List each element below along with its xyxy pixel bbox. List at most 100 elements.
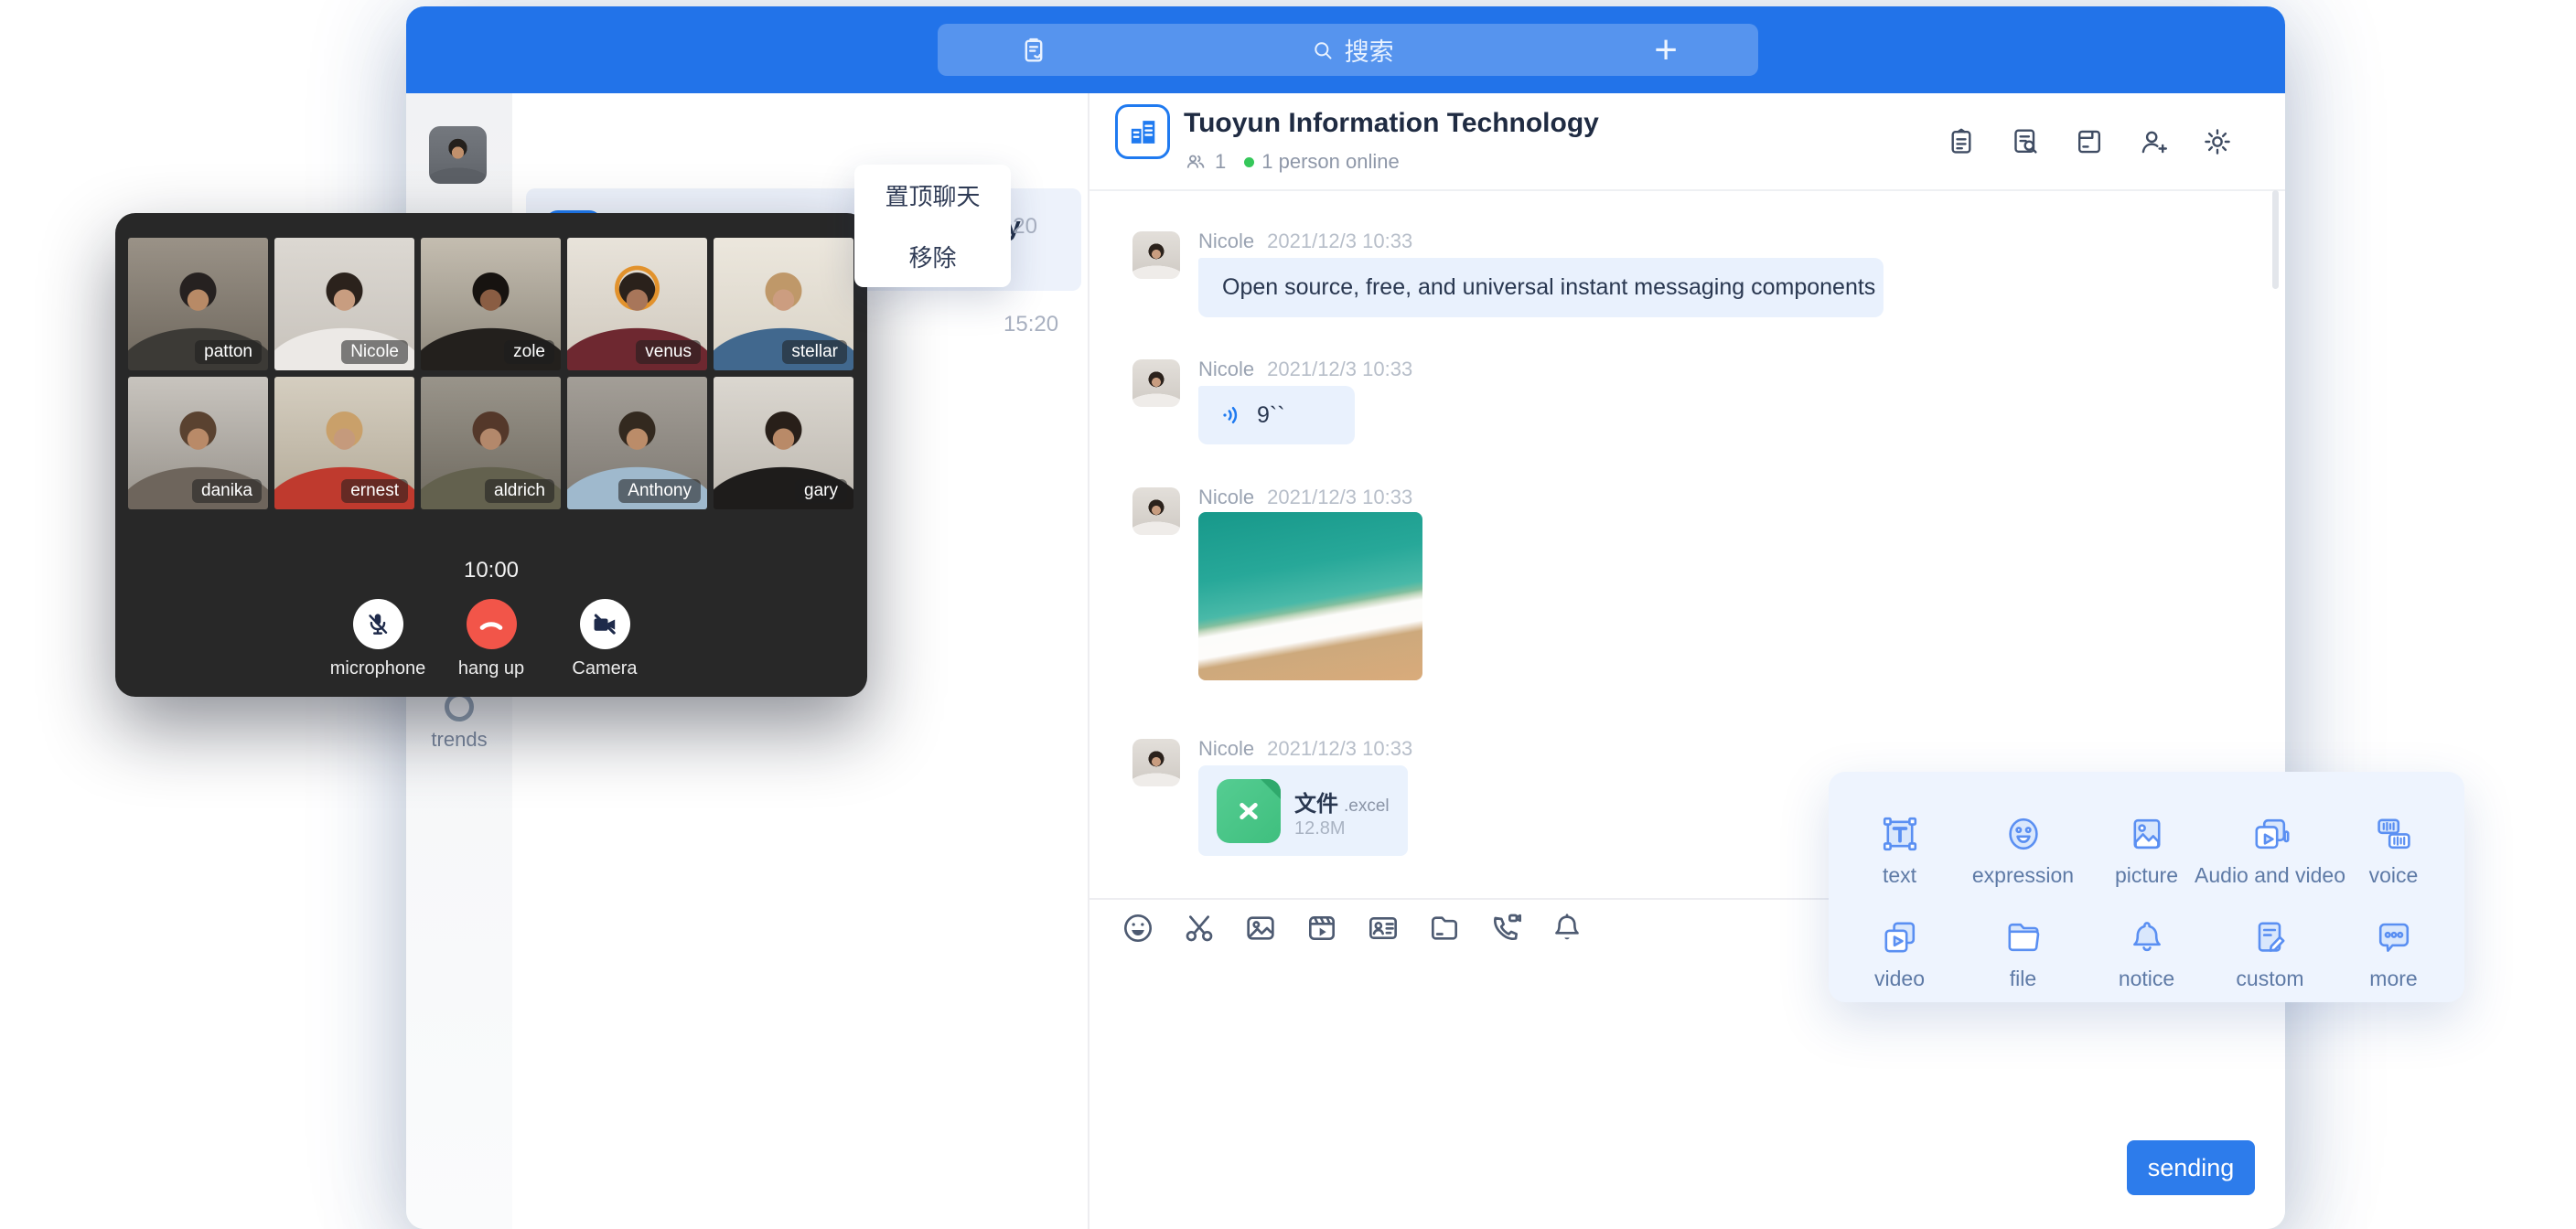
call-timer: 10:00 [115,558,867,583]
microphone-muted-button[interactable] [353,599,403,649]
camera-muted-button[interactable] [580,599,630,649]
file-box-icon[interactable] [2072,124,2107,159]
popup-item-label: Audio and video [2195,863,2345,888]
message-meta: Nicole2021/12/3 10:33 [1198,486,1412,509]
custom-icon [2249,915,2292,959]
participant-video-tile: aldrich [421,377,561,509]
voice-wave-icon [1218,401,1246,429]
participant-name: Nicole [341,340,408,364]
file-ext: .excel [1344,796,1390,816]
notification-icon[interactable] [1549,910,1585,946]
message-time: 2021/12/3 10:33 [1267,486,1412,508]
voice-message-bubble[interactable]: 9`` [1198,386,1355,444]
file-size: 12.8M [1294,818,1346,839]
popup-item-label: custom [2236,967,2303,991]
popup-item-custom[interactable]: custom [2208,915,2332,991]
voice-duration: 9`` [1257,402,1285,429]
notice-icon [2125,915,2169,959]
chat-header-actions [1944,124,2235,159]
participant-video-tile: stellar [714,238,853,370]
participant-video-tile: venus [567,238,707,370]
chat-header: Tuoyun Information Technology 1 1 person… [1089,93,2285,191]
message-time: 2021/12/3 10:33 [1267,358,1412,380]
microphone-control: microphone [325,599,431,679]
participant-video-tile: patton [128,238,268,370]
screenshot-icon[interactable] [1181,910,1218,946]
text-message-bubble: Open source, free, and universal instant… [1198,258,1884,317]
popup-item-label: voice [2369,863,2419,888]
search-bar[interactable]: 搜索 + [938,24,1758,76]
sidebar-item-trends[interactable]: trends [406,692,512,752]
search-field[interactable]: 搜索 [1310,32,1394,68]
participant-name: venus [636,340,701,364]
settings-icon[interactable] [2200,124,2235,159]
file-message-card[interactable]: 文件.excel12.8M [1198,765,1408,856]
participant-video-tile: Anthony [567,377,707,509]
send-button[interactable]: sending [2127,1140,2255,1195]
popup-item-audio-and-video[interactable]: Audio and video [2208,812,2332,888]
message-meta: Nicole2021/12/3 10:33 [1198,358,1412,381]
popup-item-label: video [1874,967,1925,991]
popup-grid: text expression picture Audio and video voic… [1838,812,2455,991]
video-clip-icon[interactable] [1304,910,1340,946]
message-time: 2021/12/3 10:33 [1267,737,1412,760]
Camera-control: Camera [552,599,658,679]
image-icon[interactable] [1242,910,1279,946]
participant-video-tile: ernest [274,377,414,509]
members-icon [1184,150,1208,174]
emoji-icon[interactable] [1120,910,1156,946]
announcement-icon[interactable] [1944,124,1979,159]
popup-item-notice[interactable]: notice [2085,915,2208,991]
trends-label: trends [406,728,512,752]
message-avatar[interactable] [1132,359,1180,407]
popup-item-more[interactable]: more [2332,915,2455,991]
control-label: microphone [325,658,431,679]
participant-name: aldrich [485,479,554,503]
popup-item-label: expression [1972,863,2074,888]
app-header: 搜索 + [406,6,2285,93]
call-controls: microphonehang upCamera [115,599,867,679]
popup-item-video[interactable]: video [1838,915,1961,991]
menu-item-remove[interactable]: 移除 [854,226,1011,287]
group-icon [1115,104,1170,159]
voice-icon [2372,812,2416,856]
popup-item-label: picture [2115,863,2178,888]
popup-item-voice[interactable]: voice [2332,812,2455,888]
participant-video-tile: gary [714,377,853,509]
hang-up-button[interactable] [467,599,517,649]
popup-item-file[interactable]: file [1961,915,2085,991]
control-label: Camera [552,658,658,679]
participant-name: Anthony [618,479,701,503]
participant-video-tile: Nicole [274,238,414,370]
user-avatar[interactable] [429,126,487,184]
message-avatar[interactable] [1132,739,1180,786]
search-icon [1310,37,1336,63]
chat-history-icon[interactable] [2008,124,2043,159]
participant-name: gary [795,479,847,503]
video-call-panel: patton Nicole zole venus stellar danika ernest… [115,213,867,697]
participant-video-tile: danika [128,377,268,509]
chat-main: Tuoyun Information Technology 1 1 person… [1089,93,2285,1229]
popup-item-label: notice [2119,967,2174,991]
message-avatar[interactable] [1132,487,1180,535]
popup-item-text[interactable]: text [1838,812,1961,888]
image-message[interactable] [1198,512,1422,680]
menu-item-pin-chat[interactable]: 置顶聊天 [854,165,1011,226]
participant-name: stellar [782,340,847,364]
video-call-icon[interactable] [1487,910,1524,946]
popup-item-label: more [2369,967,2417,991]
audio-video-icon [2249,812,2292,856]
message-meta: Nicole2021/12/3 10:33 [1198,737,1412,761]
participant-name: ernest [341,479,408,503]
collection-icon[interactable] [1018,35,1049,66]
add-member-icon[interactable] [2136,124,2171,159]
contact-card-icon[interactable] [1365,910,1401,946]
folder-icon[interactable] [1426,910,1463,946]
popup-item-expression[interactable]: expression [1961,812,2085,888]
plus-icon[interactable]: + [1654,30,1678,70]
online-dot [1244,157,1254,167]
message-avatar[interactable] [1132,231,1180,279]
participant-name: zole [504,340,554,364]
scrollbar-thumb[interactable] [2272,190,2279,289]
popup-item-picture[interactable]: picture [2085,812,2208,888]
